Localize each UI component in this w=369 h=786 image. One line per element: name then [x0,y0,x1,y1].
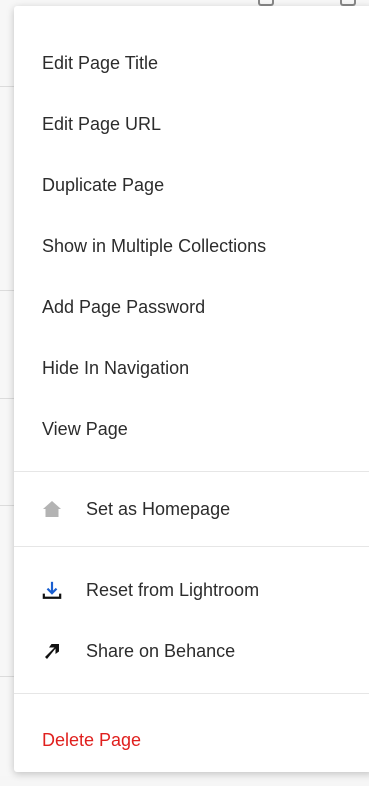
menu-item-label: Reset from Lightroom [86,579,260,600]
menu-item-label: Show in Multiple Collections [42,235,267,256]
menu-item-label: Edit Page URL [42,113,162,134]
menu-item-reset-from-lightroom[interactable]: Reset from Lightroom [14,559,369,620]
menu-item-label: Edit Page Title [42,52,159,73]
page-context-menu: Edit Page Title Edit Page URL Duplicate … [14,6,369,772]
menu-item-add-page-password[interactable]: Add Page Password [14,276,369,337]
menu-item-delete-page[interactable]: Delete Page [14,694,369,786]
menu-item-label: Share on Behance [86,640,236,661]
background-divider [0,505,14,506]
menu-item-show-in-multiple-collections[interactable]: Show in Multiple Collections [14,215,369,276]
menu-item-set-as-homepage[interactable]: Set as Homepage [14,472,369,546]
menu-item-label: Add Page Password [42,296,206,317]
download-icon [42,580,62,600]
menu-item-share-on-behance[interactable]: Share on Behance [14,620,369,681]
menu-divider [14,546,369,547]
menu-item-hide-in-navigation[interactable]: Hide In Navigation [14,337,369,398]
menu-item-label: Duplicate Page [42,174,165,195]
background-divider [0,86,14,87]
menu-item-duplicate-page[interactable]: Duplicate Page [14,154,369,215]
menu-item-label: Hide In Navigation [42,357,190,378]
menu-item-edit-page-url[interactable]: Edit Page URL [14,93,369,154]
menu-item-label: View Page [42,418,128,439]
background-divider [0,290,14,291]
menu-item-edit-page-title[interactable]: Edit Page Title [14,32,369,93]
background-divider [0,398,14,399]
background-divider [0,676,14,677]
menu-item-label: Set as Homepage [86,499,231,519]
menu-item-view-page[interactable]: View Page [14,398,369,459]
menu-item-label: Delete Page [42,730,142,750]
home-icon [42,499,62,519]
arrow-up-right-icon [42,641,62,661]
